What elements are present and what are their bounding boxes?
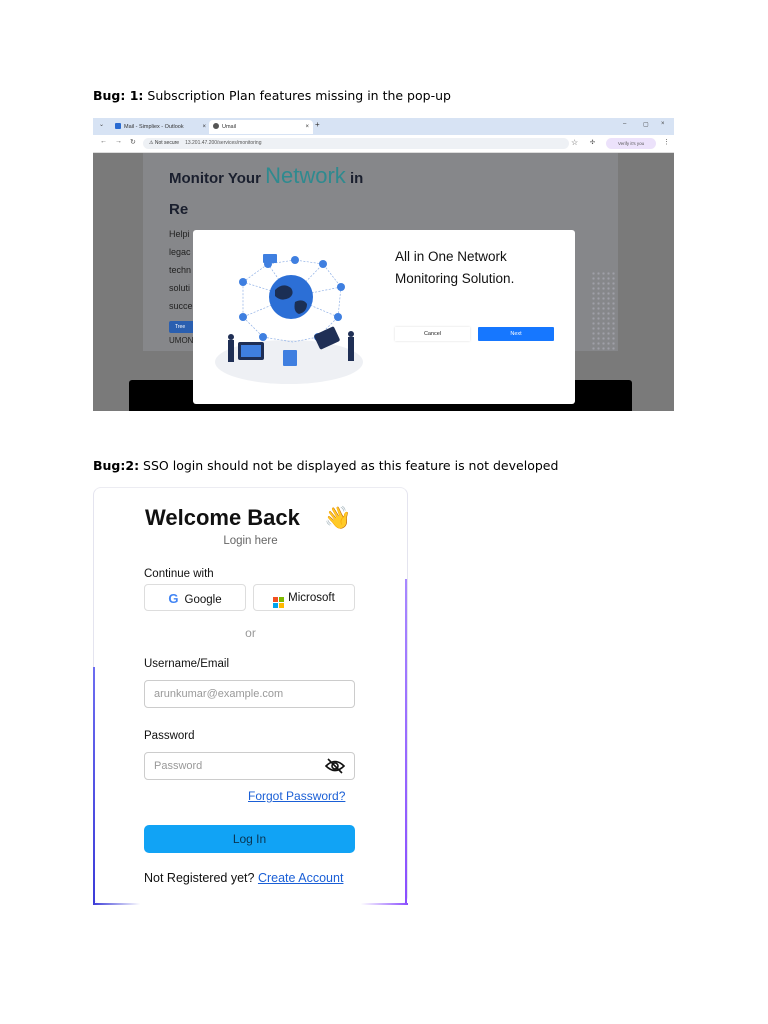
microsoft-icon: [273, 597, 285, 608]
continue-with-label: Continue with: [144, 568, 214, 580]
waving-hand-icon: 👋: [324, 505, 352, 530]
bug2-caption: Bug:2: SSO login should not be displayed…: [93, 458, 558, 473]
reload-icon[interactable]: ↻: [130, 138, 136, 146]
create-account-link[interactable]: Create Account: [258, 871, 343, 885]
login-button[interactable]: Log In: [144, 825, 355, 853]
microsoft-label: Microsoft: [288, 592, 335, 604]
card-accent-left: [93, 667, 95, 905]
bug1-label: Bug: 1:: [93, 88, 144, 103]
extensions-icon[interactable]: ✣: [590, 139, 595, 146]
bug1-caption: Bug: 1: Subscription Plan features missi…: [93, 88, 451, 103]
password-label: Password: [144, 730, 195, 742]
forgot-password-link[interactable]: Forgot Password?: [248, 789, 345, 803]
screenshot-login-page: Welcome Back 👋 Login here Continue with …: [93, 487, 408, 905]
subscription-popup: All in One Network Monitoring Solution. …: [193, 230, 575, 404]
browser-address-bar: ← → ↻ ⚠ Not secure 13.201.47.200/services…: [93, 135, 674, 153]
url-text: 13.201.47.200/services/monitoring: [185, 140, 262, 146]
screenshot-subscription-popup: ⌄ Mail - Simpliex - Outlook × Umail × + …: [93, 118, 674, 411]
password-input[interactable]: Password: [144, 752, 355, 780]
login-title: Welcome Back: [145, 505, 300, 530]
login-subtitle: Login here: [223, 535, 278, 547]
network-globe-illustration: [215, 254, 363, 384]
google-icon: G: [168, 591, 179, 606]
close-tab-icon[interactable]: ×: [202, 120, 206, 134]
not-secure-label: ⚠ Not secure: [149, 140, 180, 146]
microsoft-sso-button[interactable]: Microsoft: [253, 584, 355, 611]
username-input[interactable]: arunkumar@example.com: [144, 680, 355, 708]
next-button[interactable]: Next: [478, 327, 554, 341]
bookmark-star-icon[interactable]: ☆: [571, 138, 578, 147]
menu-kebab-icon[interactable]: ⋮: [663, 138, 670, 146]
hero-brand-text: UMON: [169, 336, 194, 345]
dot-pattern: [591, 271, 617, 351]
close-tab-icon[interactable]: ×: [305, 120, 309, 134]
username-label: Username/Email: [144, 658, 229, 670]
window-close-icon[interactable]: ×: [661, 121, 665, 127]
google-sso-button[interactable]: G Google: [144, 584, 246, 611]
tab-list-chevron-icon[interactable]: ⌄: [99, 121, 104, 128]
back-icon[interactable]: ←: [100, 138, 107, 145]
forward-icon[interactable]: →: [115, 138, 122, 145]
globe-icon: [213, 123, 219, 129]
hero-body: Helpi legac techn soluti succe: [169, 229, 193, 311]
register-prompt: Not Registered yet? Create Account: [144, 871, 343, 885]
google-label: Google: [184, 594, 222, 606]
bug2-label: Bug:2:: [93, 458, 140, 473]
outlook-icon: [115, 123, 121, 129]
bug2-text: SSO login should not be displayed as thi…: [139, 458, 559, 473]
hero-title-line2: Re: [169, 201, 189, 218]
card-accent-bottom: [93, 903, 408, 905]
hero-title: Monitor Your Network in: [169, 163, 364, 188]
browser-tab-outlook[interactable]: Mail - Simpliex - Outlook ×: [111, 120, 210, 134]
popup-title: All in One Network Monitoring Solution.: [395, 249, 515, 286]
page-background-overlay: Monitor Your Network in Re Helpi legac t…: [93, 153, 674, 411]
or-divider: or: [245, 626, 256, 640]
url-input[interactable]: ⚠ Not secure 13.201.47.200/services/monit…: [143, 138, 569, 149]
minimize-icon[interactable]: –: [623, 121, 626, 127]
tab-label: Umail: [222, 124, 237, 130]
new-tab-icon[interactable]: +: [315, 120, 320, 129]
cancel-button[interactable]: Cancel: [395, 327, 470, 341]
bug1-text: Subscription Plan features missing in th…: [143, 88, 451, 103]
profile-verify-button[interactable]: Verify it's you: [606, 138, 656, 149]
browser-tab-bar: ⌄ Mail - Simpliex - Outlook × Umail × + …: [93, 118, 674, 135]
tab-label: Mail - Simpliex - Outlook: [124, 124, 184, 130]
browser-tab-umail[interactable]: Umail ×: [209, 120, 313, 134]
restore-icon[interactable]: ▢: [643, 121, 649, 128]
not-registered-text: Not Registered yet?: [144, 871, 255, 885]
eye-slash-icon[interactable]: [325, 758, 345, 774]
